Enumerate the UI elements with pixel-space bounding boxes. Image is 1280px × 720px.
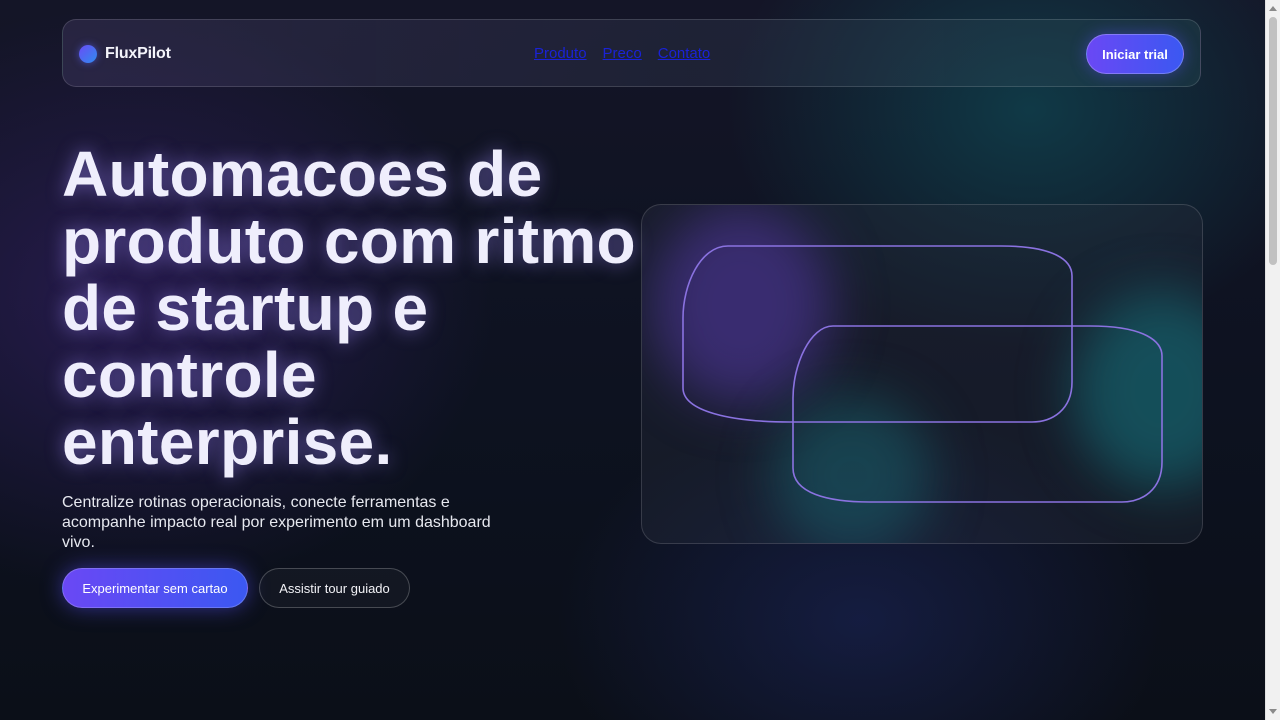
rounded-shape-front [792,325,1163,503]
nav-link-preco[interactable]: Preco [603,45,642,63]
vertical-scrollbar[interactable] [1265,0,1280,720]
nav-link-contato[interactable]: Contato [658,45,711,63]
start-trial-button[interactable]: Iniciar trial [1086,34,1184,74]
hero-visual-shapes [682,245,1163,503]
brand[interactable]: FluxPilot [79,45,171,63]
brand-logo-icon [79,45,97,63]
scroll-down-arrow-icon[interactable] [1269,709,1277,714]
hero-subtitle: Centralize rotinas operacionais, conecte… [62,494,491,551]
rounded-shape-back [682,245,1073,423]
hero-visual-card [641,204,1203,544]
brand-name: FluxPilot [105,45,171,62]
top-navbar: FluxPilot Produto Preco Contato Iniciar … [62,19,1201,87]
hero-title: Automacoes de produto com ritmo de start… [62,138,636,478]
scrollbar-thumb[interactable] [1269,17,1277,265]
nav-link-produto[interactable]: Produto [534,45,587,63]
watch-tour-button[interactable]: Assistir tour guiado [259,568,410,608]
scroll-up-arrow-icon[interactable] [1269,6,1277,11]
nav-links: Produto Preco Contato [534,45,710,63]
try-without-card-button[interactable]: Experimentar sem cartao [62,568,248,608]
